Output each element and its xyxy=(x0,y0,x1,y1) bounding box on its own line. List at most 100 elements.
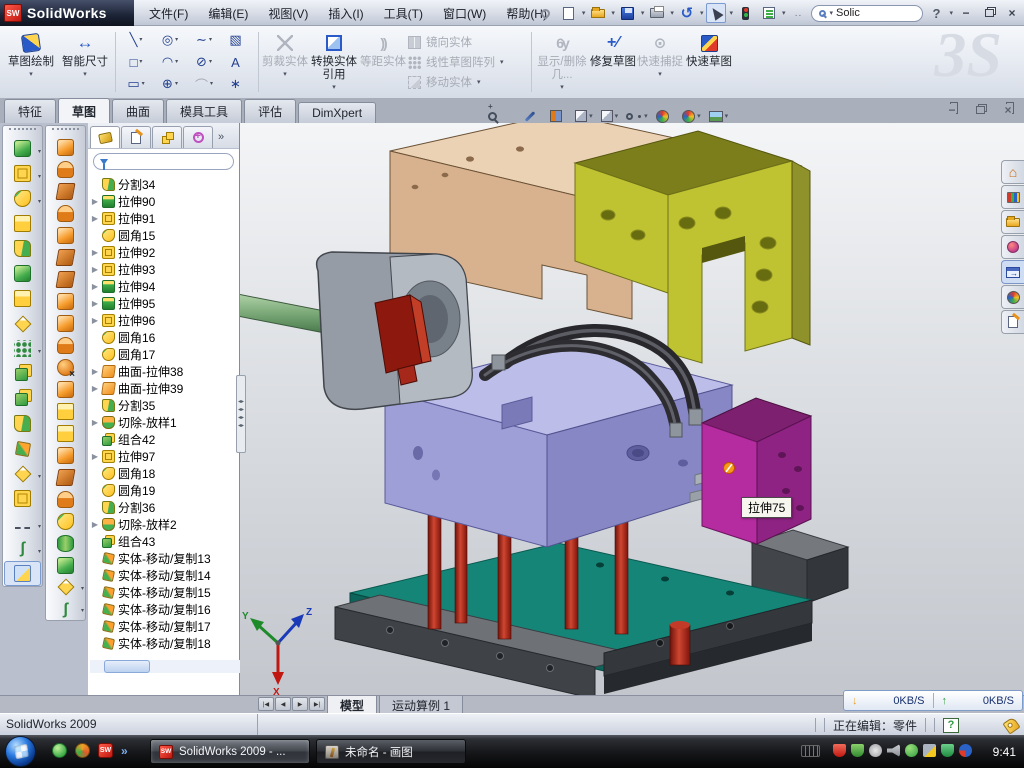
smart-dimension-button[interactable]: ↔ 智能尺寸▾ xyxy=(58,28,112,96)
view-tool-button[interactable]: ▾ xyxy=(682,110,701,123)
featuremanager-tree-tab[interactable] xyxy=(90,126,120,148)
expand-arrow-icon[interactable]: ▶ xyxy=(91,418,99,427)
tree-filter-input[interactable] xyxy=(112,156,244,167)
feature-tree-item[interactable]: ▶ 实体-移动/复制15 xyxy=(88,584,224,601)
rapid-sketch-button[interactable]: 快速草图 xyxy=(683,28,735,96)
protection-shield-icon[interactable] xyxy=(941,744,954,757)
stoplight-icon[interactable] xyxy=(736,3,756,23)
surface-tool-button[interactable]: ▾ xyxy=(46,158,85,180)
feature-tool-button[interactable]: ▾ xyxy=(3,261,42,286)
task-pane-tab[interactable] xyxy=(1001,285,1024,309)
surface-tool-button[interactable]: ▾ xyxy=(46,422,85,444)
feature-tree-item[interactable]: ▶ 实体-移动/复制16 xyxy=(88,601,224,618)
sketch-entity-button[interactable]: ◎▾ xyxy=(153,29,187,51)
feature-tool-button[interactable]: ▾ xyxy=(3,336,42,361)
feature-tool-button[interactable]: ▾ xyxy=(3,436,42,461)
command-tab[interactable]: DimXpert xyxy=(298,102,376,123)
search-input[interactable] xyxy=(836,7,896,19)
expand-arrow-icon[interactable]: ▶ xyxy=(91,452,99,461)
sketch-entity-button[interactable]: ▭▾ xyxy=(119,73,153,95)
surface-tool-button[interactable]: ▾ xyxy=(46,180,85,202)
feature-tree-item[interactable]: ▶ 拉伸92 xyxy=(88,244,224,261)
expand-arrow-icon[interactable]: ▶ xyxy=(91,282,99,291)
feature-tree-item[interactable]: ▶ 实体-移动/复制13 xyxy=(88,550,224,567)
network-warning-icon[interactable] xyxy=(923,744,936,757)
toolbar-overflow[interactable]: .. xyxy=(788,3,808,23)
sketch-entity-button[interactable]: ∗▾ xyxy=(221,73,255,95)
feature-tree-item[interactable]: ▶ 拉伸97 xyxy=(88,448,224,465)
expand-arrow-icon[interactable]: ▶ xyxy=(91,316,99,325)
command-tab[interactable]: 模具工具 xyxy=(166,99,242,123)
task-pane-tab[interactable] xyxy=(1001,210,1024,234)
messenger-status-icon[interactable] xyxy=(905,744,918,757)
menu-item[interactable]: 插入(I) xyxy=(319,1,372,26)
feature-tree-item[interactable]: ▶ 圆角18 xyxy=(88,465,224,482)
sync-blocked-icon[interactable] xyxy=(959,744,972,757)
feature-tree-item[interactable]: ▶ 组合42 xyxy=(88,431,224,448)
configuration-manager-tab[interactable] xyxy=(152,126,182,148)
feature-tree-item[interactable]: ▶ 切除-放样2 xyxy=(88,516,224,533)
sketch-entity-button[interactable]: A▾ xyxy=(221,51,255,73)
feature-tree-item[interactable]: ▶ 实体-移动/复制18 xyxy=(88,635,224,652)
feature-tree-item[interactable]: ▶ 分割35 xyxy=(88,397,224,414)
sketch-entity-button[interactable]: ∼▾ xyxy=(187,29,221,51)
feature-tool-button[interactable]: ▾ xyxy=(3,411,42,436)
feature-tree-item[interactable]: ▶ 圆角15 xyxy=(88,227,224,244)
prev-tab-button[interactable]: ◀ xyxy=(275,697,291,711)
doc-minimize-button[interactable]: − xyxy=(942,101,962,119)
task-pane-tab[interactable] xyxy=(1001,260,1024,284)
feature-tool-button[interactable]: ▾ xyxy=(3,311,42,336)
task-pane-tab[interactable] xyxy=(1001,310,1024,334)
sketch-entity-button[interactable]: ⊘▾ xyxy=(187,51,221,73)
options-button[interactable] xyxy=(759,3,779,23)
expand-arrow-icon[interactable]: ▶ xyxy=(91,520,99,529)
convert-entities-button[interactable]: 转换实体引用▾ xyxy=(308,28,360,96)
feature-tool-button[interactable]: ▾ xyxy=(3,186,42,211)
view-tool-button[interactable]: ▾ xyxy=(511,113,517,120)
feature-tree-item[interactable]: ▶ 实体-移动/复制14 xyxy=(88,567,224,584)
feature-tree-item[interactable]: ▶ 圆角16 xyxy=(88,329,224,346)
sketch-draw-button[interactable]: 草图绘制▾ xyxy=(4,28,58,96)
quick-launch-overflow[interactable]: » xyxy=(121,744,128,758)
taskbar-clock[interactable]: 9:41 xyxy=(993,745,1016,759)
menu-item[interactable]: 文件(F) xyxy=(140,1,197,26)
sketch-entity-button[interactable]: ▧▾ xyxy=(221,29,255,51)
feature-tool-button[interactable]: ▾ xyxy=(3,486,42,511)
toolbar-drag-handle[interactable] xyxy=(52,128,79,133)
start-button[interactable] xyxy=(5,736,36,767)
surface-tool-button[interactable]: ▾ xyxy=(46,290,85,312)
feature-tool-button[interactable]: ▾ xyxy=(3,161,42,186)
security-alert-shield-icon[interactable] xyxy=(833,744,846,757)
feature-tool-button[interactable]: ▾ xyxy=(3,536,42,561)
feature-tree-item[interactable]: ▶ 圆角17 xyxy=(88,346,224,363)
menu-item[interactable]: 视图(V) xyxy=(259,1,317,26)
sketch-entity-button[interactable]: ⊕▾ xyxy=(153,73,187,95)
surface-tool-button[interactable]: ▾ xyxy=(46,246,85,268)
expand-arrow-icon[interactable]: ▶ xyxy=(91,299,99,308)
surface-tool-button[interactable]: ▾ xyxy=(46,510,85,532)
search-box[interactable]: ▾ xyxy=(811,5,923,22)
surface-tool-button[interactable]: ▾ xyxy=(46,334,85,356)
tree-filter-box[interactable] xyxy=(93,153,234,170)
feature-tree-item[interactable]: ▶ 拉伸90 xyxy=(88,193,224,210)
task-pane-tab[interactable] xyxy=(1001,235,1024,259)
feature-tree-item[interactable]: ▶ 拉伸95 xyxy=(88,295,224,312)
part-side-block[interactable] xyxy=(702,398,811,544)
surface-tool-button[interactable]: ▾ xyxy=(46,202,85,224)
surface-tool-button[interactable]: ▾ xyxy=(46,400,85,422)
expand-arrow-icon[interactable]: ▶ xyxy=(91,265,99,274)
update-badge-icon[interactable] xyxy=(869,744,882,757)
feature-tool-button[interactable]: ▾ xyxy=(3,136,42,161)
feature-tree-item[interactable]: ▶ 分割34 xyxy=(88,176,224,193)
surface-tool-button[interactable]: ▾ xyxy=(46,268,85,290)
surface-tool-button[interactable]: ▾ xyxy=(46,576,85,598)
view-tool-button[interactable]: ▾ xyxy=(626,113,648,120)
feature-tree-item[interactable]: ▶ 圆角19 xyxy=(88,482,224,499)
feature-tool-button[interactable]: ▾ xyxy=(4,561,41,586)
feature-tree-item[interactable]: ▶ 组合43 xyxy=(88,533,224,550)
feature-tree-item[interactable]: ▶ 分割36 xyxy=(88,499,224,516)
select-button[interactable] xyxy=(706,3,726,23)
command-tab[interactable]: 评估 xyxy=(244,99,296,123)
feature-tool-button[interactable]: ▾ xyxy=(3,236,42,261)
expand-arrow-icon[interactable]: ▶ xyxy=(91,384,99,393)
